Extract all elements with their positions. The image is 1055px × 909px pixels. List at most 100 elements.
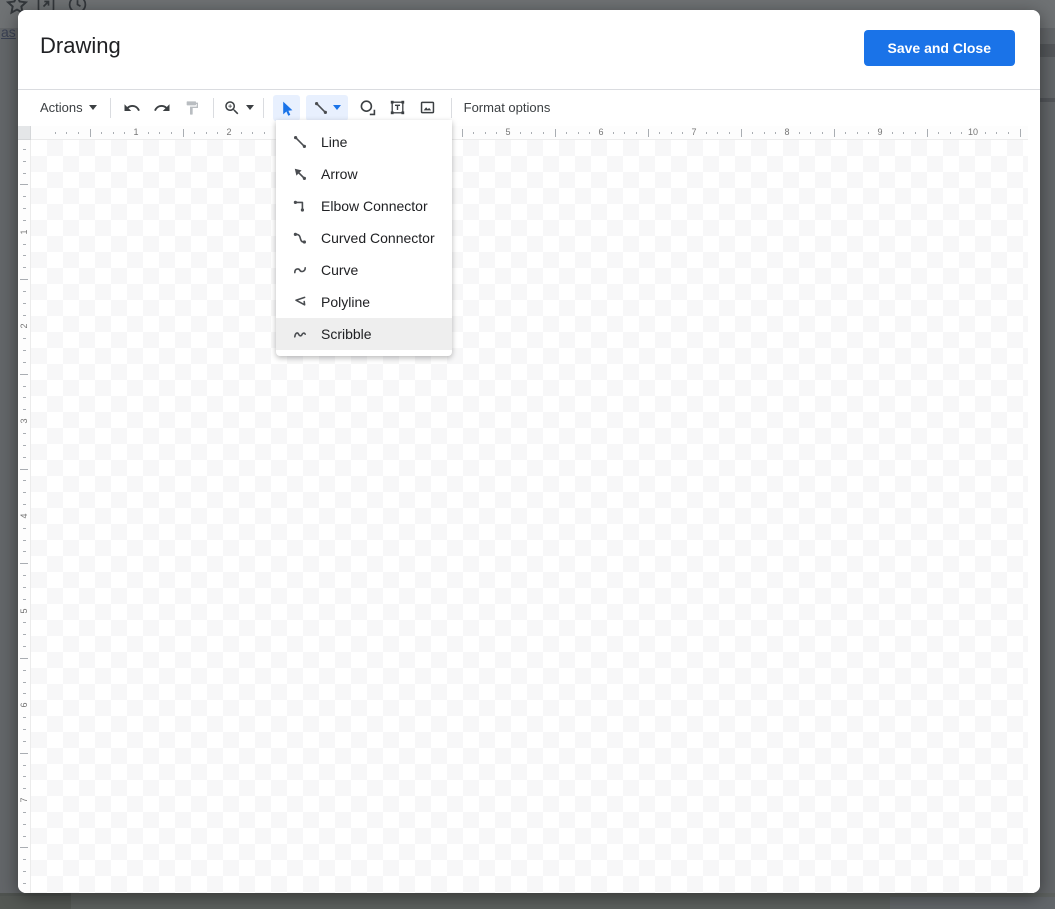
background-link: as xyxy=(1,24,16,40)
ruler-tick xyxy=(950,132,951,134)
menu-item-label: Arrow xyxy=(321,166,358,182)
ruler-tick xyxy=(113,132,114,134)
line-menu-item-line[interactable]: Line xyxy=(276,126,452,158)
ruler-tick xyxy=(741,129,742,137)
ruler-tick xyxy=(23,693,26,694)
save-and-close-button[interactable]: Save and Close xyxy=(864,30,1016,66)
ruler-tick xyxy=(23,682,26,683)
ruler-tick xyxy=(23,480,26,481)
ruler-tick xyxy=(764,132,765,134)
elbow-connector-icon xyxy=(292,198,308,214)
menu-item-label: Curve xyxy=(321,262,358,278)
ruler-number: 5 xyxy=(19,606,29,616)
line-menu-item-scribble[interactable]: Scribble xyxy=(276,318,452,350)
ruler-tick xyxy=(23,670,26,671)
ruler-number: 5 xyxy=(505,127,510,137)
select-tool-button[interactable] xyxy=(273,95,300,121)
ruler-tick xyxy=(159,132,160,134)
ruler-tick xyxy=(717,132,718,134)
ruler-tick xyxy=(23,765,26,766)
arrow-icon xyxy=(292,166,308,182)
ruler-tick xyxy=(241,132,242,134)
curve-icon xyxy=(292,262,308,278)
line-menu-item-curve[interactable]: Curve xyxy=(276,254,452,286)
scribble-icon xyxy=(292,326,308,342)
ruler-tick xyxy=(868,132,869,134)
line-tool-button[interactable] xyxy=(306,95,348,121)
cursor-icon xyxy=(277,99,295,117)
backdrop-band xyxy=(1038,44,1055,57)
undo-icon xyxy=(123,99,141,117)
ruler-tick xyxy=(252,132,253,134)
vertical-ruler: 1234567 xyxy=(18,140,31,893)
ruler-tick xyxy=(729,132,730,134)
redo-button[interactable] xyxy=(150,96,174,120)
ruler-tick xyxy=(23,386,26,387)
ruler-tick xyxy=(23,362,26,363)
ruler-tick xyxy=(23,433,26,434)
text-box-tool-button[interactable] xyxy=(386,96,410,120)
drawing-canvas[interactable] xyxy=(31,140,1028,893)
ruler-tick xyxy=(148,132,149,134)
ruler-tick xyxy=(578,132,579,134)
paint-format-button[interactable] xyxy=(180,96,204,120)
menu-item-label: Curved Connector xyxy=(321,230,435,246)
actions-menu-button[interactable]: Actions xyxy=(40,100,97,115)
ruler-tick xyxy=(1020,129,1021,137)
ruler-number: 6 xyxy=(19,700,29,710)
ruler-tick xyxy=(892,132,893,134)
line-menu-item-curved-connector[interactable]: Curved Connector xyxy=(276,222,452,254)
ruler-tick xyxy=(23,291,26,292)
ruler-tick xyxy=(799,132,800,134)
toolbar-divider xyxy=(263,98,264,118)
ruler-tick xyxy=(20,469,28,470)
undo-button[interactable] xyxy=(120,96,144,120)
ruler-tick xyxy=(706,132,707,134)
chevron-down-icon[interactable] xyxy=(333,105,341,110)
ruler-tick xyxy=(485,132,486,134)
ruler-tick xyxy=(520,132,521,134)
ruler-tick xyxy=(613,132,614,134)
ruler-tick xyxy=(23,587,26,588)
line-tool-menu: Line Arrow Elbow Connector Curved Connector… xyxy=(276,120,452,356)
ruler-tick xyxy=(20,184,28,185)
ruler-tick xyxy=(23,161,26,162)
ruler-tick xyxy=(23,220,26,221)
ruler-tick xyxy=(23,824,26,825)
line-menu-item-elbow-connector[interactable]: Elbow Connector xyxy=(276,190,452,222)
ruler-tick xyxy=(915,132,916,134)
ruler-tick xyxy=(20,847,28,848)
ruler-tick xyxy=(23,836,26,837)
ruler-tick xyxy=(857,132,858,134)
ruler-tick xyxy=(23,445,26,446)
polyline-icon xyxy=(292,294,308,310)
format-options-button[interactable]: Format options xyxy=(464,100,551,115)
ruler-tick xyxy=(23,208,26,209)
ruler-number: 4 xyxy=(19,511,29,521)
ruler-tick xyxy=(264,132,265,134)
redo-icon xyxy=(153,99,171,117)
line-menu-item-polyline[interactable]: Polyline xyxy=(276,286,452,318)
ruler-tick xyxy=(23,457,26,458)
ruler-tick xyxy=(206,132,207,134)
ruler-tick xyxy=(23,338,26,339)
ruler-tick xyxy=(23,528,26,529)
text-box-icon xyxy=(389,99,406,116)
ruler-tick xyxy=(23,255,26,256)
shape-tool-button[interactable] xyxy=(356,96,380,120)
ruler-tick xyxy=(834,129,835,137)
ruler-corner xyxy=(18,126,31,140)
ruler-tick xyxy=(23,149,26,150)
ruler-tick xyxy=(462,129,463,137)
ruler-tick xyxy=(78,132,79,134)
drawing-dialog: Drawing Save and Close Actions xyxy=(18,10,1040,893)
ruler-number: 6 xyxy=(598,127,603,137)
ruler-number: 1 xyxy=(19,227,29,237)
image-tool-button[interactable] xyxy=(416,96,440,120)
ruler-tick xyxy=(217,132,218,134)
ruler-tick xyxy=(775,132,776,134)
menu-item-label: Line xyxy=(321,134,347,150)
ruler-tick xyxy=(101,132,102,134)
line-menu-item-arrow[interactable]: Arrow xyxy=(276,158,452,190)
zoom-button[interactable] xyxy=(223,99,254,117)
